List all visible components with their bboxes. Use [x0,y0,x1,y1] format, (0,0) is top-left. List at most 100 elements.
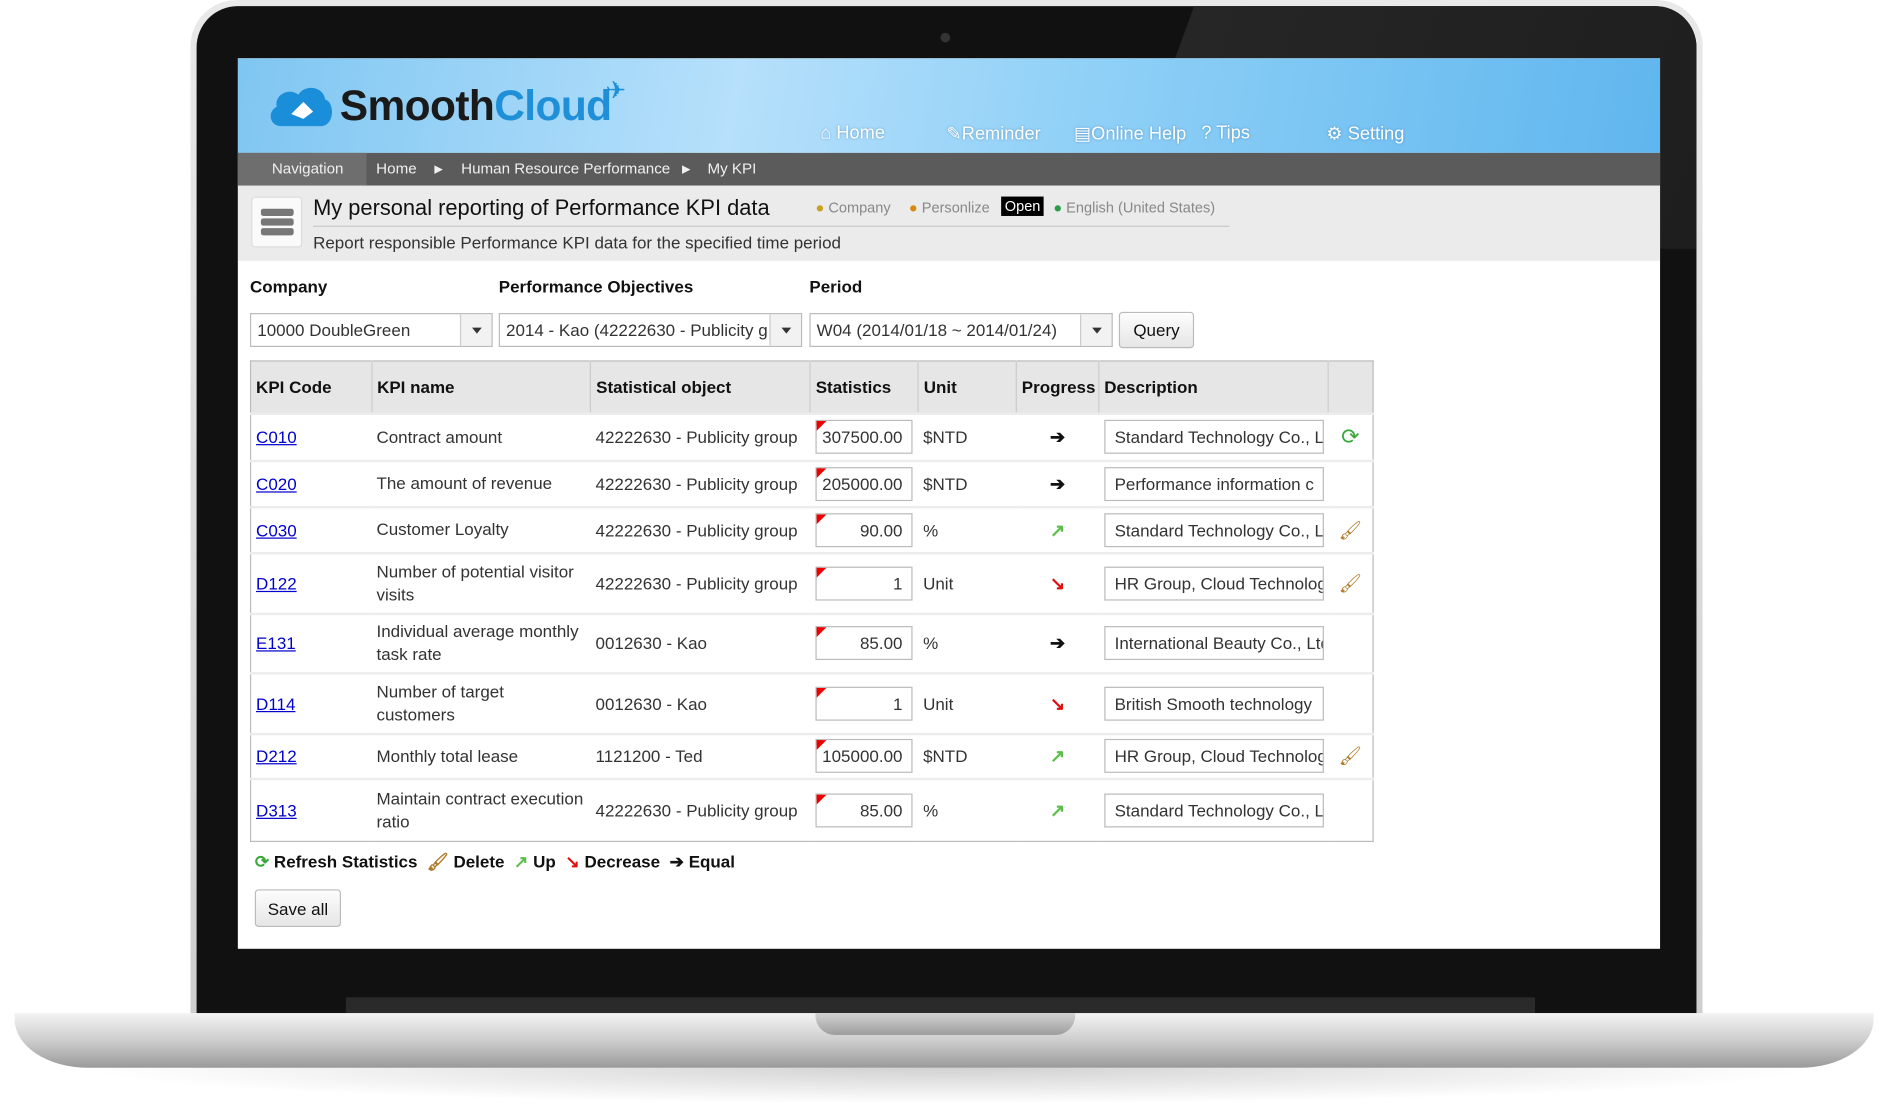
kpi-code-link[interactable]: D212 [256,746,297,765]
description-cell: British Smooth technology [1098,671,1329,734]
table-row: E131 Individual average monthly task rat… [250,612,1374,673]
unit: Unit [918,551,1017,614]
legend-delete: Delete [453,851,505,872]
delete-brush-icon[interactable]: 🖌 [1339,746,1362,767]
statistics-cell: 205000.00 [810,459,919,507]
progress-cell: ➔ [1016,612,1099,673]
nav-label: Online Help [1091,123,1187,145]
logo-accent: Cloud [494,82,612,130]
statistics-input[interactable]: 1 [815,566,913,600]
kpi-code-link[interactable]: D114 [256,693,295,712]
legend-equal: Equal [688,851,735,872]
delete-brush-icon[interactable]: 🖌 [1339,573,1362,594]
kpi-name: Number of target customers [371,671,591,734]
statistics-input[interactable]: 1 [815,686,913,721]
period-select[interactable]: W04 (2014/01/18 ~ 2014/01/24) [809,313,1113,348]
breadcrumb-separator-icon: ▶ [681,162,691,175]
statistics-input[interactable]: 205000.00 [815,466,913,501]
company-icon: ● [815,198,825,216]
breadcrumb-hr-performance[interactable]: Human Resource Performance [461,153,670,186]
delete-brush-icon[interactable]: 🖌 [1339,520,1362,541]
kpi-name: Maintain contract execution ratio [371,777,591,842]
statistics-input[interactable]: 307500.00 [815,419,913,454]
objectives-filter-label: Performance Objectives [498,276,694,297]
nav-label: Tips [1216,122,1250,144]
chevron-down-icon[interactable] [459,314,492,346]
kpi-code-link[interactable]: C030 [256,520,297,539]
up-arrow-icon: ↗ [514,851,529,872]
table-row: D122 Number of potential visitor visits … [250,551,1374,614]
col-progress: Progress [1015,360,1099,414]
company-select-value: 10000 DoubleGreen [257,320,411,340]
up-arrow-icon: ↗ [1049,519,1066,541]
description-cell: Standard Technology Co., Ltd [1098,777,1329,842]
unit: % [918,505,1017,553]
personalize-link[interactable]: ● Personlize [909,199,990,216]
chevron-down-icon[interactable] [769,314,801,346]
equal-arrow-icon: ➔ [1049,473,1066,495]
kpi-name: Customer Loyalty [371,505,591,553]
chevron-down-icon[interactable] [1080,314,1112,346]
breadcrumb-my-kpi: My KPI [707,160,757,178]
personalize-label: Personlize [921,198,990,216]
globe-icon: ● [1053,198,1063,216]
nav-home[interactable]: ⌂ Home [820,123,885,144]
divider [313,225,1230,227]
refresh-icon[interactable]: ⟳ [1341,424,1359,448]
kpi-code-cell: C030 [250,505,372,553]
kpi-name: Monthly total lease [371,732,591,779]
statistics-input[interactable]: 105000.00 [815,738,913,773]
table-header-row: KPI Code KPI name Statistical object Sta… [250,360,1374,414]
objectives-select[interactable]: 2014 - Kao (42222630 - Publicity g [498,313,803,348]
kpi-code-link[interactable]: D122 [256,573,297,592]
kpi-name: Individual average monthly task rate [371,612,591,673]
logo-text[interactable]: SmoothCloud [340,83,612,132]
statistics-input[interactable]: 85.00 [815,626,913,661]
breadcrumb-home[interactable]: Home [376,153,416,186]
cloud-logo-icon [270,87,332,127]
query-button[interactable]: Query [1118,311,1195,349]
open-badge[interactable]: Open [1001,196,1045,216]
description-input[interactable]: Standard Technology Co., Ltd [1103,512,1324,547]
kpi-code-link[interactable]: D313 [256,800,297,819]
plane-icon: ✈ [605,77,626,105]
kpi-code-cell: D122 [250,551,372,614]
kpi-code-cell: C010 [250,411,372,461]
kpi-code-link[interactable]: C020 [256,474,297,493]
statistical-object: 42222630 - Publicity group [590,411,811,461]
company-select[interactable]: 10000 DoubleGreen [249,313,493,348]
description-input[interactable]: Standard Technology Co., Ltd [1103,419,1324,454]
app-screen: SmoothCloud ✈ ⌂ Home ✎Reminder ▤Online H… [237,58,1661,949]
company-link[interactable]: ● Company [815,199,890,216]
nav-reminder[interactable]: ✎Reminder [947,123,1041,145]
period-filter-label: Period [809,276,863,297]
progress-cell: ➔ [1016,411,1099,461]
description-input[interactable]: HR Group, Cloud Technology [1103,566,1324,600]
description-input[interactable]: HR Group, Cloud Technology [1103,738,1324,773]
unit: $NTD [918,411,1017,461]
unit: % [918,612,1017,673]
col-description: Description [1098,360,1329,414]
save-all-button[interactable]: Save all [254,889,341,927]
decrease-arrow-icon: ↘ [1049,693,1066,715]
navigation-label[interactable]: Navigation [237,152,367,186]
statistical-object: 42222630 - Publicity group [590,551,811,614]
kpi-code-link[interactable]: C010 [256,427,297,446]
nav-tips[interactable]: ? Tips [1201,123,1250,144]
description-input[interactable]: Performance information c [1103,466,1324,501]
kpi-code-link[interactable]: E131 [256,633,296,652]
statistics-input[interactable]: 85.00 [815,793,913,828]
personalize-icon: ● [908,198,918,216]
statistics-input[interactable]: 90.00 [815,512,913,547]
description-input[interactable]: Standard Technology Co., Ltd [1103,793,1324,828]
description-input[interactable]: British Smooth technology [1103,686,1324,721]
setting-icon: ⚙ [1326,123,1343,145]
description-cell: Standard Technology Co., Ltd [1098,411,1329,461]
language-link[interactable]: ● English (United States) [1053,199,1215,216]
nav-online-help[interactable]: ▤Online Help [1074,123,1186,145]
nav-setting[interactable]: ⚙ Setting [1326,123,1404,145]
statistics-cell: 307500.00 [810,411,919,461]
description-input[interactable]: International Beauty Co., Ltd [1103,626,1324,661]
statistical-object: 42222630 - Publicity group [590,459,811,507]
kpi-code-cell: D212 [250,732,372,779]
